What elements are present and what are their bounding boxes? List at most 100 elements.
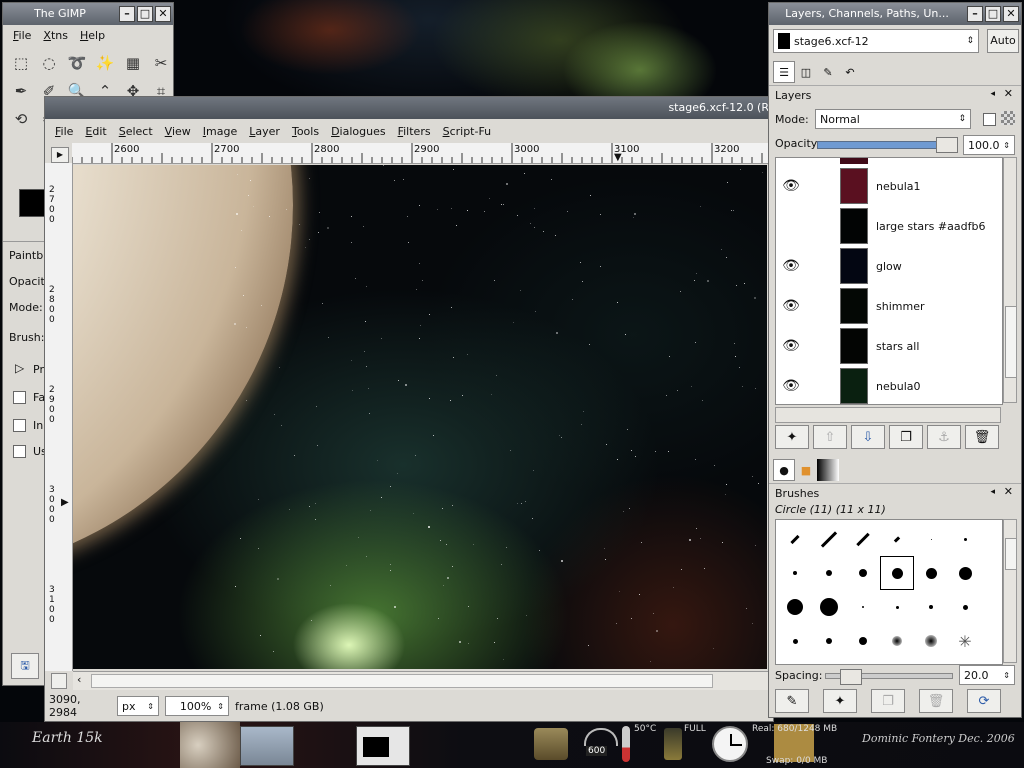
opacity-slider[interactable] bbox=[817, 137, 958, 153]
brush-cell[interactable] bbox=[914, 590, 948, 624]
tab-patterns-icon[interactable]: ■ bbox=[795, 459, 817, 481]
image-titlebar[interactable]: stage6.xcf-12.0 (R bbox=[45, 97, 773, 119]
ruler-horizontal[interactable]: 2600 2700 2800 2900 3000 3100 3200 ▼ bbox=[72, 143, 773, 164]
brush-cell[interactable] bbox=[948, 522, 982, 556]
paths-icon[interactable]: ✒ bbox=[7, 77, 35, 105]
hdd-monitor-icon[interactable] bbox=[534, 728, 568, 760]
tab-paths-icon[interactable]: ✎ bbox=[817, 61, 839, 83]
lock-alpha-checkbox[interactable] bbox=[983, 113, 996, 126]
visibility-eye-icon[interactable]: 👁 bbox=[776, 178, 806, 194]
brush-cell[interactable] bbox=[778, 522, 812, 556]
auto-button[interactable]: Auto bbox=[987, 29, 1019, 53]
menu-view[interactable]: View bbox=[161, 125, 195, 138]
visibility-eye-icon[interactable]: 👁 bbox=[776, 338, 806, 354]
close-icon[interactable]: ✕ bbox=[1004, 87, 1013, 100]
maximize-icon[interactable]: □ bbox=[985, 6, 1001, 22]
brush-cell[interactable] bbox=[778, 590, 812, 624]
brush-cell[interactable] bbox=[778, 556, 812, 590]
tab-undo-icon[interactable]: ↶ bbox=[839, 61, 861, 83]
fuzzy-select-icon[interactable]: ✨ bbox=[91, 49, 119, 77]
visibility-eye-icon[interactable]: 👁 bbox=[776, 258, 806, 274]
layer-row[interactable]: 👁 stars all bbox=[776, 326, 1002, 366]
quick-mask-toggle[interactable] bbox=[51, 673, 67, 689]
brush-cell[interactable] bbox=[846, 590, 880, 624]
brush-cell[interactable] bbox=[948, 590, 982, 624]
select-by-color-icon[interactable]: ▦ bbox=[119, 49, 147, 77]
tab-brushes-icon[interactable]: ● bbox=[773, 459, 795, 481]
checkbox-fade[interactable] bbox=[13, 391, 26, 404]
layer-row[interactable]: 👁 nebula1 bbox=[776, 166, 1002, 206]
new-brush-icon[interactable]: ✦ bbox=[823, 689, 857, 713]
brush-cell[interactable] bbox=[812, 522, 846, 556]
minimize-icon[interactable]: – bbox=[967, 6, 983, 22]
brush-cell[interactable] bbox=[812, 624, 846, 658]
tab-channels-icon[interactable]: ◫ bbox=[795, 61, 817, 83]
layer-list-scrollbar[interactable] bbox=[1003, 157, 1017, 403]
layer-row[interactable]: 👁 shimmer bbox=[776, 286, 1002, 326]
menu-tools[interactable]: Tools bbox=[288, 125, 323, 138]
close-icon[interactable]: ✕ bbox=[1003, 6, 1019, 22]
menu-file[interactable]: File bbox=[9, 29, 35, 42]
menu-help[interactable]: Help bbox=[76, 29, 109, 42]
menu-file[interactable]: File bbox=[51, 125, 77, 138]
brush-cell[interactable] bbox=[812, 556, 846, 590]
menu-filters[interactable]: Filters bbox=[394, 125, 435, 138]
layer-list-hscrollbar[interactable] bbox=[775, 407, 1001, 423]
scrollbar-thumb[interactable] bbox=[91, 674, 713, 688]
menu-image[interactable]: Image bbox=[199, 125, 241, 138]
menu-select[interactable]: Select bbox=[115, 125, 157, 138]
clock-icon[interactable] bbox=[712, 726, 748, 762]
refresh-brushes-icon[interactable]: ⟳ bbox=[967, 689, 1001, 713]
scrollbar-thumb[interactable] bbox=[1005, 306, 1017, 378]
unit-select[interactable]: px ⇕ bbox=[117, 696, 159, 716]
layer-mode-select[interactable]: Normal ⇕ bbox=[815, 109, 971, 129]
save-options-icon[interactable]: 🖫 bbox=[11, 653, 39, 679]
foreground-color-swatch[interactable] bbox=[19, 189, 47, 217]
brush-cell[interactable] bbox=[914, 624, 948, 658]
menu-dialogues[interactable]: Dialogues bbox=[327, 125, 390, 138]
checkbox-use-color[interactable] bbox=[13, 445, 26, 458]
ellipse-select-icon[interactable]: ◌ bbox=[35, 49, 63, 77]
raise-layer-icon[interactable]: ⇧ bbox=[813, 425, 847, 449]
slider-handle[interactable] bbox=[840, 669, 862, 685]
brush-cell[interactable] bbox=[846, 624, 880, 658]
brush-cell[interactable] bbox=[948, 556, 982, 590]
zoom-select[interactable]: 100% ⇕ bbox=[165, 696, 229, 716]
expander-triangle-icon[interactable]: ▷ bbox=[15, 361, 24, 375]
ruler-vertical[interactable]: 2700 2800 2900 3000 3100 ▶ bbox=[45, 163, 73, 671]
scissors-icon[interactable]: ✂ bbox=[147, 49, 175, 77]
image-canvas[interactable] bbox=[73, 165, 767, 669]
opacity-spinbox[interactable]: 100.0 ⇕ bbox=[963, 135, 1015, 155]
menu-edit[interactable]: Edit bbox=[81, 125, 110, 138]
duplicate-layer-icon[interactable]: ❐ bbox=[889, 425, 923, 449]
rect-select-icon[interactable]: ⬚ bbox=[7, 49, 35, 77]
menu-script-fu[interactable]: Script-Fu bbox=[439, 125, 496, 138]
visibility-eye-icon[interactable]: 👁 bbox=[776, 298, 806, 314]
maximize-icon[interactable]: □ bbox=[137, 6, 153, 22]
transform-icon[interactable]: ⟲ bbox=[7, 105, 35, 133]
tab-layers-icon[interactable]: ☰ bbox=[773, 61, 795, 83]
brush-cell[interactable] bbox=[846, 522, 880, 556]
menu-layer[interactable]: Layer bbox=[245, 125, 284, 138]
brush-grid-scrollbar[interactable] bbox=[1003, 519, 1017, 663]
toolbox-titlebar[interactable]: The GIMP – □ ✕ bbox=[3, 3, 173, 25]
scroll-left-icon[interactable]: ‹ bbox=[77, 673, 81, 686]
visibility-eye-icon[interactable]: 👁 bbox=[776, 378, 806, 394]
brush-grid[interactable]: ✳ bbox=[775, 519, 1003, 665]
brush-cell[interactable] bbox=[880, 624, 914, 658]
layer-row[interactable]: 👁 glow bbox=[776, 246, 1002, 286]
spacing-slider[interactable] bbox=[825, 669, 953, 685]
brush-cell[interactable] bbox=[812, 590, 846, 624]
horizontal-scrollbar[interactable]: ‹ bbox=[73, 671, 773, 690]
taskbar-thumbnail-earth[interactable] bbox=[180, 722, 240, 768]
dock-titlebar[interactable]: Layers, Channels, Paths, Un... – □ ✕ bbox=[769, 3, 1021, 25]
brush-cell[interactable]: ✳ bbox=[948, 624, 982, 658]
delete-brush-icon[interactable]: 🗑 bbox=[919, 689, 953, 713]
brush-cell[interactable] bbox=[914, 522, 948, 556]
minimize-icon[interactable]: – bbox=[119, 6, 135, 22]
close-icon[interactable]: ✕ bbox=[1004, 485, 1013, 498]
menu-xtns[interactable]: Xtns bbox=[39, 29, 72, 42]
tab-gradients-icon[interactable] bbox=[817, 459, 839, 481]
free-select-icon[interactable]: ➰ bbox=[63, 49, 91, 77]
taskbar-thumbnail-window[interactable] bbox=[356, 726, 410, 766]
